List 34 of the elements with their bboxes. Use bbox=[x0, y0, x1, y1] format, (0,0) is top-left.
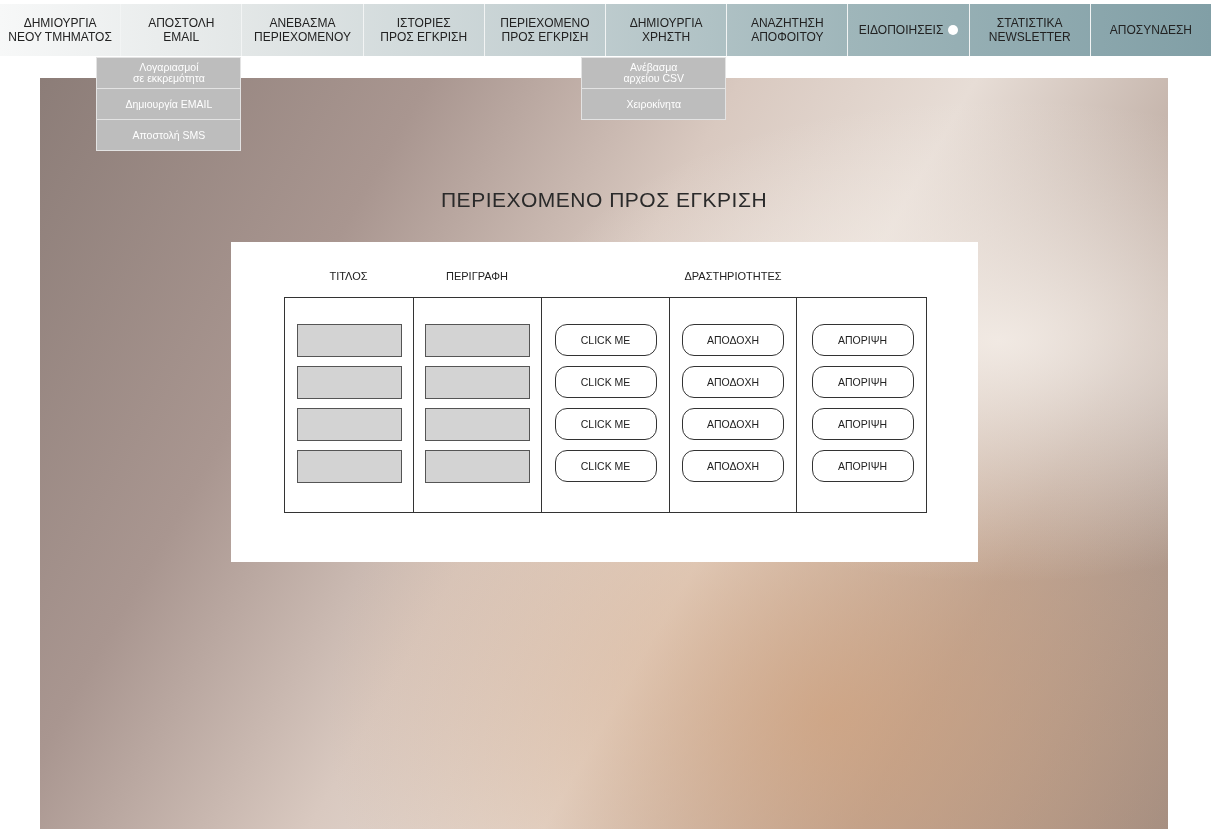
accept-button[interactable]: ΑΠΟΔΟΧΗ bbox=[682, 324, 784, 356]
column-header: ΠΕΡΙΓΡΑΦΗ bbox=[446, 270, 508, 284]
click-me-button[interactable]: CLICK ME bbox=[554, 450, 657, 482]
description-field[interactable] bbox=[425, 408, 530, 441]
reject-button[interactable]: ΑΠΟΡΙΨΗ bbox=[811, 324, 914, 356]
nav-item[interactable]: ΣΤΑΤΙΣΤΙΚΑ NEWSLETTER bbox=[969, 4, 1090, 56]
click-me-button[interactable]: CLICK ME bbox=[554, 324, 657, 356]
nav-item[interactable]: ΔΗΜΙΟΥΡΓΙΑ ΝΕΟΥ ΤΜΗΜΑΤΟΣ bbox=[0, 4, 121, 56]
reject-button[interactable]: ΑΠΟΡΙΨΗ bbox=[811, 450, 914, 482]
accept-button[interactable]: ΑΠΟΔΟΧΗ bbox=[682, 366, 784, 398]
description-field[interactable] bbox=[425, 366, 530, 399]
accept-button[interactable]: ΑΠΟΔΟΧΗ bbox=[682, 408, 784, 440]
page-title: ΠΕΡΙΕΧΟΜΕΝΟ ΠΡΟΣ ΕΓΚΡΙΣΗ bbox=[439, 188, 769, 212]
column-header: ΤΙΤΛΟΣ bbox=[329, 270, 368, 284]
description-field[interactable] bbox=[425, 450, 530, 483]
reject-button[interactable]: ΑΠΟΡΙΨΗ bbox=[811, 408, 914, 440]
nav-item[interactable]: ΑΠΟΣΤΟΛΗ EMAIL bbox=[121, 4, 242, 56]
title-field[interactable] bbox=[296, 408, 402, 441]
column-header: ΔΡΑΣΤΗΡΙΟΤΗΤΕΣ bbox=[684, 270, 782, 284]
accept-button[interactable]: ΑΠΟΔΟΧΗ bbox=[682, 450, 784, 482]
nav-item[interactable]: ΔΗΜΙΟΥΡΓΙΑ ΧΡΗΣΤΗ bbox=[606, 4, 727, 56]
nav-item[interactable]: ΑΝΕΒΑΣΜΑ ΠΕΡΙΕΧΟΜΕΝΟΥ bbox=[242, 4, 363, 56]
nav-item[interactable]: ΑΠΟΣΥΝΔΕΣΗ bbox=[1090, 4, 1211, 56]
nav-item[interactable]: ΙΣΤΟΡΙΕΣ ΠΡΟΣ ΕΓΚΡΙΣΗ bbox=[363, 4, 484, 56]
title-field[interactable] bbox=[296, 366, 402, 399]
nav-item[interactable]: ΠΕΡΙΕΧΟΜΕΝΟ ΠΡΟΣ ΕΓΚΡΙΣΗ bbox=[484, 4, 605, 56]
nav-item[interactable]: ΑΝΑΖΗΤΗΣΗ ΑΠΟΦΟΙΤΟΥ bbox=[727, 4, 848, 56]
nav-item[interactable]: ΕΙΔΟΠΟΙΗΣΕΙΣ bbox=[848, 4, 969, 56]
title-field[interactable] bbox=[296, 324, 402, 357]
click-me-button[interactable]: CLICK ME bbox=[554, 366, 657, 398]
reject-button[interactable]: ΑΠΟΡΙΨΗ bbox=[811, 366, 914, 398]
description-field[interactable] bbox=[425, 324, 530, 357]
title-field[interactable] bbox=[296, 450, 402, 483]
click-me-button[interactable]: CLICK ME bbox=[554, 408, 657, 440]
